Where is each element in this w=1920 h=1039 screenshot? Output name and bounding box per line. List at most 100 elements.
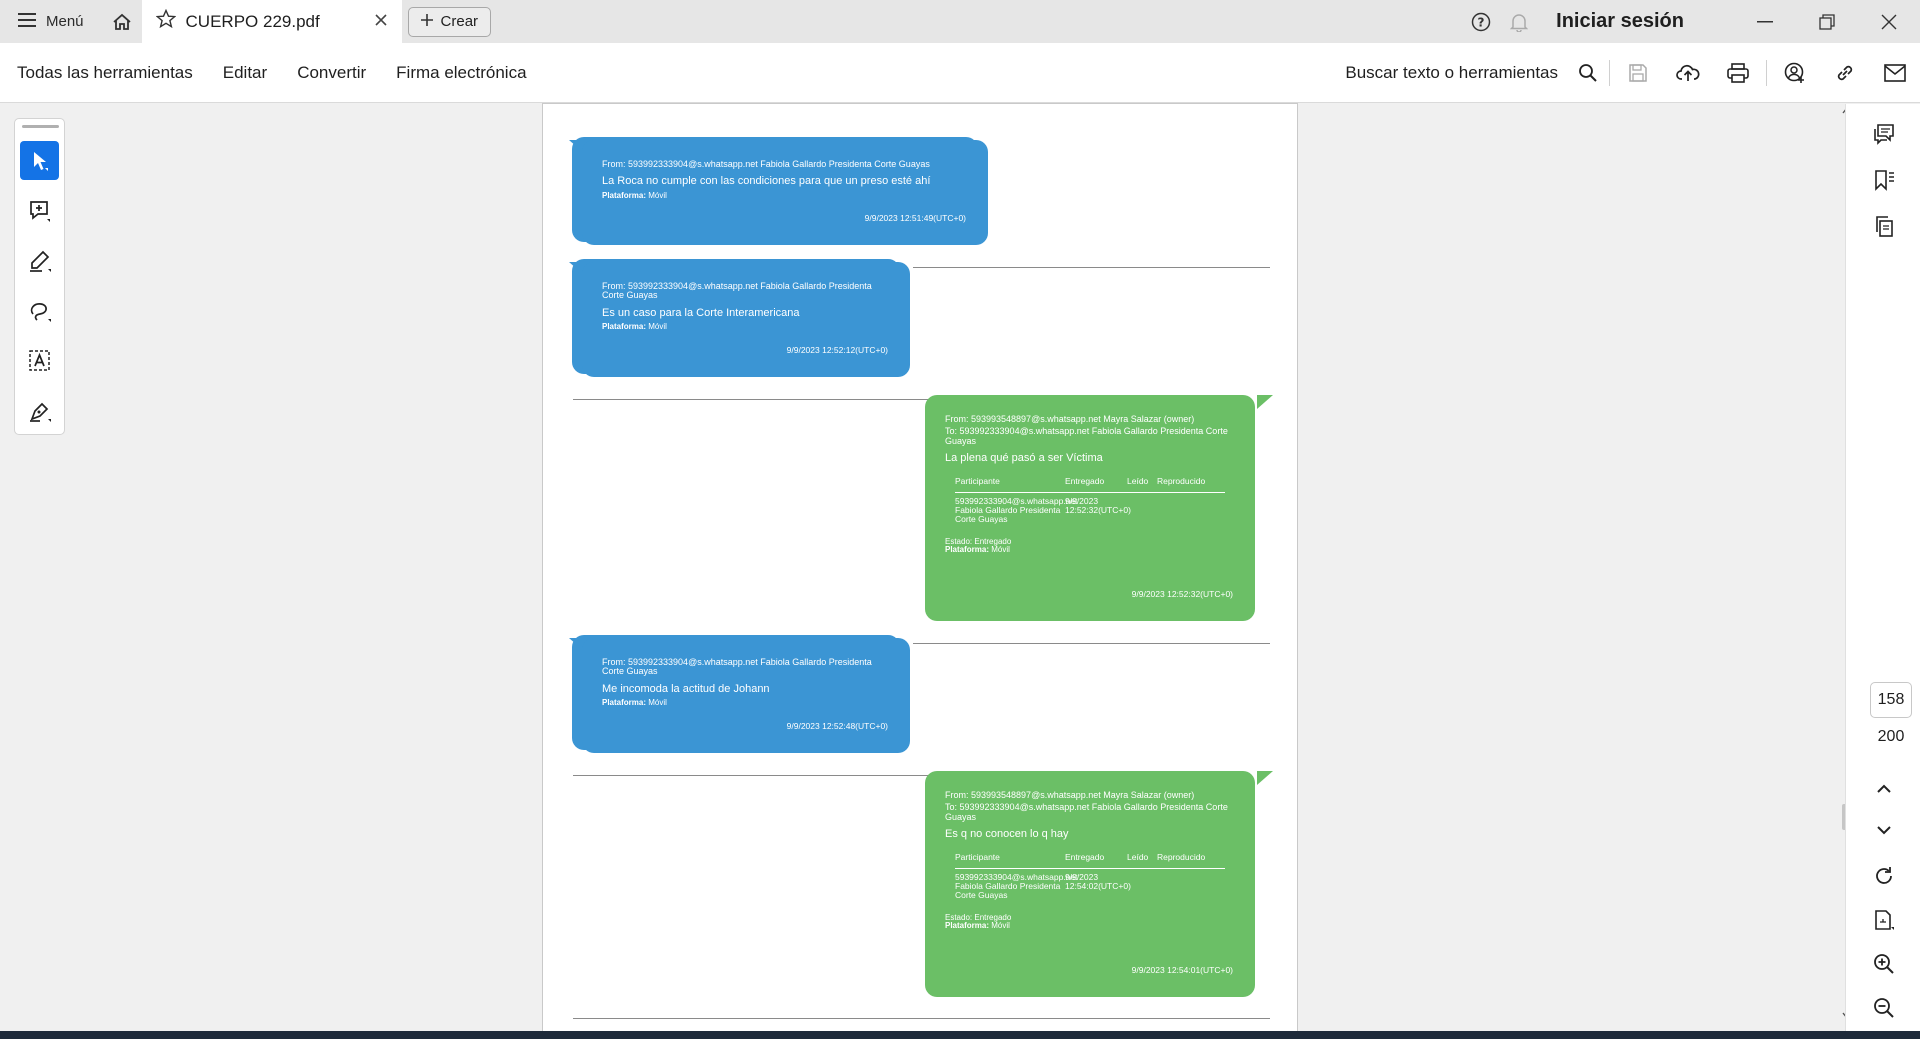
toolbar-edit[interactable]: Editar [208, 63, 282, 83]
message-from: From: 593993548897@s.whatsapp.net Mayra … [945, 414, 1195, 424]
restore-button[interactable] [1796, 0, 1858, 43]
column-header: Participante [955, 475, 1000, 486]
create-button[interactable]: Crear [407, 6, 492, 37]
message-platform: Plataforma: Móvil [945, 920, 1010, 930]
search-icon[interactable] [1570, 43, 1606, 103]
read-receipt-table: Participante Entregado Leído Reproducido… [955, 851, 1225, 900]
message-from: From: 593992333904@s.whatsapp.net Fabiol… [602, 159, 930, 169]
message-from: From: 593992333904@s.whatsapp.net Fabiol… [602, 281, 872, 301]
tab-title: CUERPO 229.pdf [185, 11, 320, 31]
bookmarks-panel-icon[interactable] [1864, 160, 1904, 200]
message-text: La plena qué pasó a ser Víctima [945, 452, 1103, 465]
home-icon [112, 13, 131, 30]
message-timestamp: 9/9/2023 12:54:01(UTC+0) [1131, 965, 1233, 976]
pen-highlight-icon [29, 250, 51, 272]
create-label: Crear [440, 13, 479, 30]
minimize-button[interactable] [1734, 0, 1796, 43]
os-taskbar [0, 1031, 1920, 1039]
text-box-icon [28, 349, 50, 371]
close-tab-icon[interactable] [374, 12, 388, 32]
refresh-icon[interactable] [1864, 856, 1904, 896]
message-divider [573, 399, 943, 400]
close-window-button[interactable] [1858, 0, 1920, 43]
message-bubble: From: 593992333904@s.whatsapp.net Fabiol… [582, 262, 910, 377]
comment-plus-icon [29, 200, 50, 222]
message-text: Es un caso para la Corte Interamericana [602, 306, 800, 319]
next-page-icon[interactable] [1864, 810, 1904, 850]
message-to: To: 593992333904@s.whatsapp.net Fabiola … [945, 426, 1228, 446]
message-bubble: From: 593992333904@s.whatsapp.net Fabiol… [582, 638, 910, 753]
email-icon[interactable] [1870, 43, 1920, 103]
sign-in-button[interactable]: Iniciar sesión [1556, 10, 1684, 33]
total-pages-label: 200 [1877, 728, 1905, 745]
message-text: Me incomoda la actitud de Johann [602, 682, 770, 695]
column-header: Leído [1127, 851, 1149, 862]
table-header-row: Participante Entregado Leído Reproducido [955, 851, 1225, 869]
table-header-row: Participante Entregado Leído Reproducido [955, 475, 1225, 493]
comments-panel-icon[interactable] [1864, 114, 1904, 154]
message-from: From: 593993548897@s.whatsapp.net Mayra … [945, 790, 1195, 800]
toolbar-convert[interactable]: Convertir [282, 63, 381, 83]
message-timestamp: 9/9/2023 12:52:12(UTC+0) [786, 345, 888, 356]
message-platform: Plataforma: Móvil [945, 544, 1010, 554]
select-tool-button[interactable] [20, 141, 59, 180]
toolbar-all-tools[interactable]: Todas las herramientas [0, 63, 208, 83]
print-icon[interactable] [1713, 43, 1763, 103]
plus-icon [420, 13, 433, 30]
main-toolbar: Todas las herramientas Editar Convertir … [0, 43, 1920, 103]
link-icon[interactable] [1820, 43, 1870, 103]
table-row: 593992333904@s.whatsapp.net Fabiola Gall… [955, 869, 1225, 900]
delivered-cell: 9/9/2023 12:54:02(UTC+0) [1065, 871, 1131, 891]
document-tab[interactable]: CUERPO 229.pdf [141, 0, 402, 43]
pages-panel-icon[interactable] [1864, 206, 1904, 246]
search-tools-label[interactable]: Buscar texto o herramientas [1345, 63, 1558, 83]
column-header: Participante [955, 851, 1000, 862]
toolbar-divider [1609, 60, 1610, 86]
cursor-arrow-icon [33, 151, 48, 171]
message-bubble: From: 593993548897@s.whatsapp.net Mayra … [925, 771, 1255, 997]
message-bubble: From: 593993548897@s.whatsapp.net Mayra … [925, 395, 1255, 621]
help-icon[interactable]: ? [1462, 0, 1500, 43]
upload-cloud-icon[interactable] [1663, 43, 1713, 103]
share-user-icon[interactable] [1770, 43, 1820, 103]
home-button[interactable] [102, 0, 142, 43]
message-platform: Plataforma: Móvil [602, 190, 667, 200]
quick-tools-panel [14, 118, 65, 435]
notifications-bell-icon[interactable] [1500, 0, 1538, 43]
toolbar-e-sign[interactable]: Firma electrónica [381, 63, 541, 83]
star-icon[interactable] [155, 8, 176, 34]
draw-tool-button[interactable] [20, 291, 59, 330]
pdf-page: From: 593992333904@s.whatsapp.net Fabiol… [542, 103, 1298, 1039]
zoom-out-icon[interactable] [1864, 988, 1904, 1028]
message-text: La Roca no cumple con las condiciones pa… [602, 175, 931, 188]
freehand-draw-icon [30, 302, 51, 322]
hamburger-icon [18, 12, 36, 31]
menu-label: Menú [46, 13, 84, 30]
message-divider [573, 775, 943, 776]
svg-text:?: ? [1478, 15, 1485, 29]
text-box-tool-button[interactable] [20, 341, 59, 380]
panel-grip[interactable] [22, 125, 59, 128]
fountain-pen-icon [29, 402, 51, 422]
message-timestamp: 9/9/2023 12:51:49(UTC+0) [864, 213, 966, 224]
sign-tool-button[interactable] [20, 391, 59, 430]
previous-page-icon[interactable] [1864, 768, 1904, 808]
participant-cell: 593992333904@s.whatsapp.net Fabiola Gall… [955, 495, 1078, 524]
save-icon[interactable] [1613, 43, 1663, 103]
delivered-cell: 9/9/2023 12:52:32(UTC+0) [1065, 495, 1131, 515]
message-divider [573, 1018, 1270, 1019]
right-side-panel: 158 200 [1845, 104, 1920, 1039]
read-receipt-table: Participante Entregado Leído Reproducido… [955, 475, 1225, 524]
highlight-tool-button[interactable] [20, 241, 59, 280]
message-timestamp: 9/9/2023 12:52:32(UTC+0) [1131, 589, 1233, 600]
column-header: Leído [1127, 475, 1149, 486]
add-comment-button[interactable] [20, 191, 59, 230]
current-page-input[interactable]: 158 [1870, 682, 1912, 718]
page-fit-icon[interactable] [1864, 900, 1904, 940]
menu-button[interactable]: Menú [0, 0, 102, 43]
table-row: 593992333904@s.whatsapp.net Fabiola Gall… [955, 493, 1225, 524]
toolbar-divider [1766, 60, 1767, 86]
column-header: Reproducido [1157, 851, 1206, 862]
zoom-in-icon[interactable] [1864, 944, 1904, 984]
message-bubble: From: 593992333904@s.whatsapp.net Fabiol… [582, 140, 988, 245]
